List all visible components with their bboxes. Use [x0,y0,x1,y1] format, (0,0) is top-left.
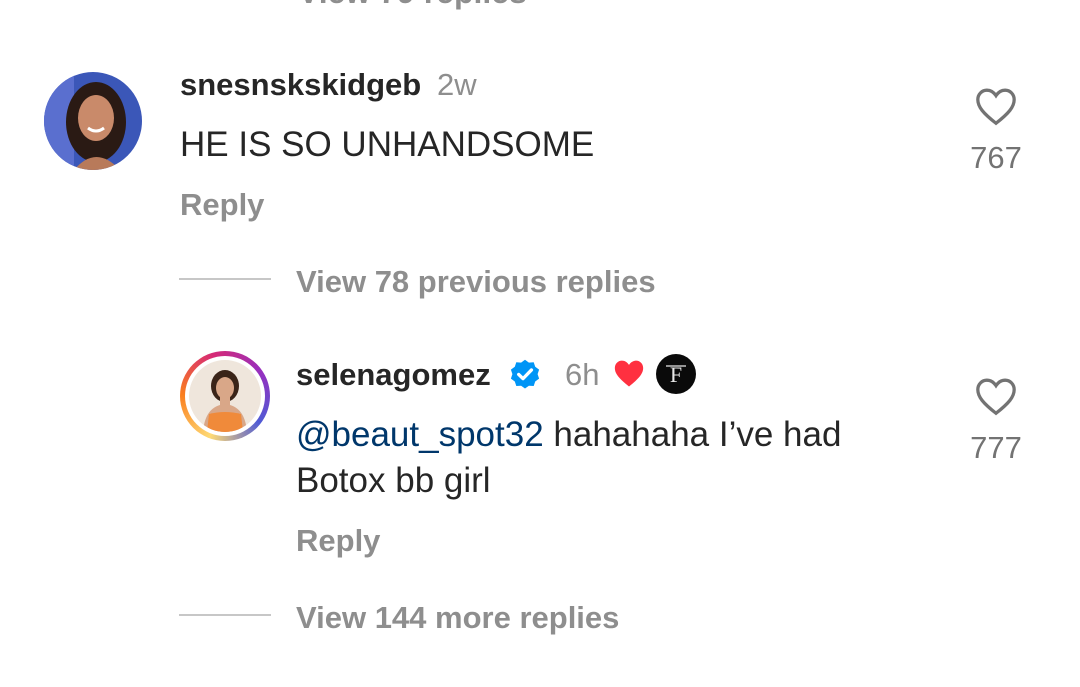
comment-text-body: hahahaha I’ve had [543,415,842,454]
comment-text: HE IS SO UNHANDSOME [180,125,595,164]
view-more-replies-button[interactable]: View 144 more replies [296,600,619,636]
avatar-snesnskskidgeb[interactable] [44,72,142,170]
comment-time: 6h [565,357,600,392]
like-count: 777 [970,430,1022,465]
red-heart-icon [612,357,646,394]
mention-link[interactable]: @beaut_spot32 [296,415,544,454]
like-count: 767 [970,140,1022,175]
heart-outline-icon[interactable] [974,376,1018,421]
reply-button[interactable]: Reply [180,187,264,223]
heart-outline-icon[interactable] [974,86,1018,131]
author-avatar-icon: F [656,354,696,399]
divider-line [179,278,271,280]
comment-text-line2: Botox bb girl [296,461,491,500]
avatar-selenagomez[interactable] [180,351,270,441]
comment-time: 2w [437,67,477,102]
reply-button[interactable]: Reply [296,523,380,559]
comment-username[interactable]: snesnskskidgeb [180,67,421,103]
comment-username[interactable]: selenagomez [296,357,491,393]
view-replies-partial[interactable]: View 79 replies [298,0,527,11]
divider-line [179,614,271,616]
view-previous-replies-button[interactable]: View 78 previous replies [296,264,656,300]
verified-badge-icon [507,356,543,397]
comment-text: @beaut_spot32 hahahaha I’ve had [296,412,936,458]
